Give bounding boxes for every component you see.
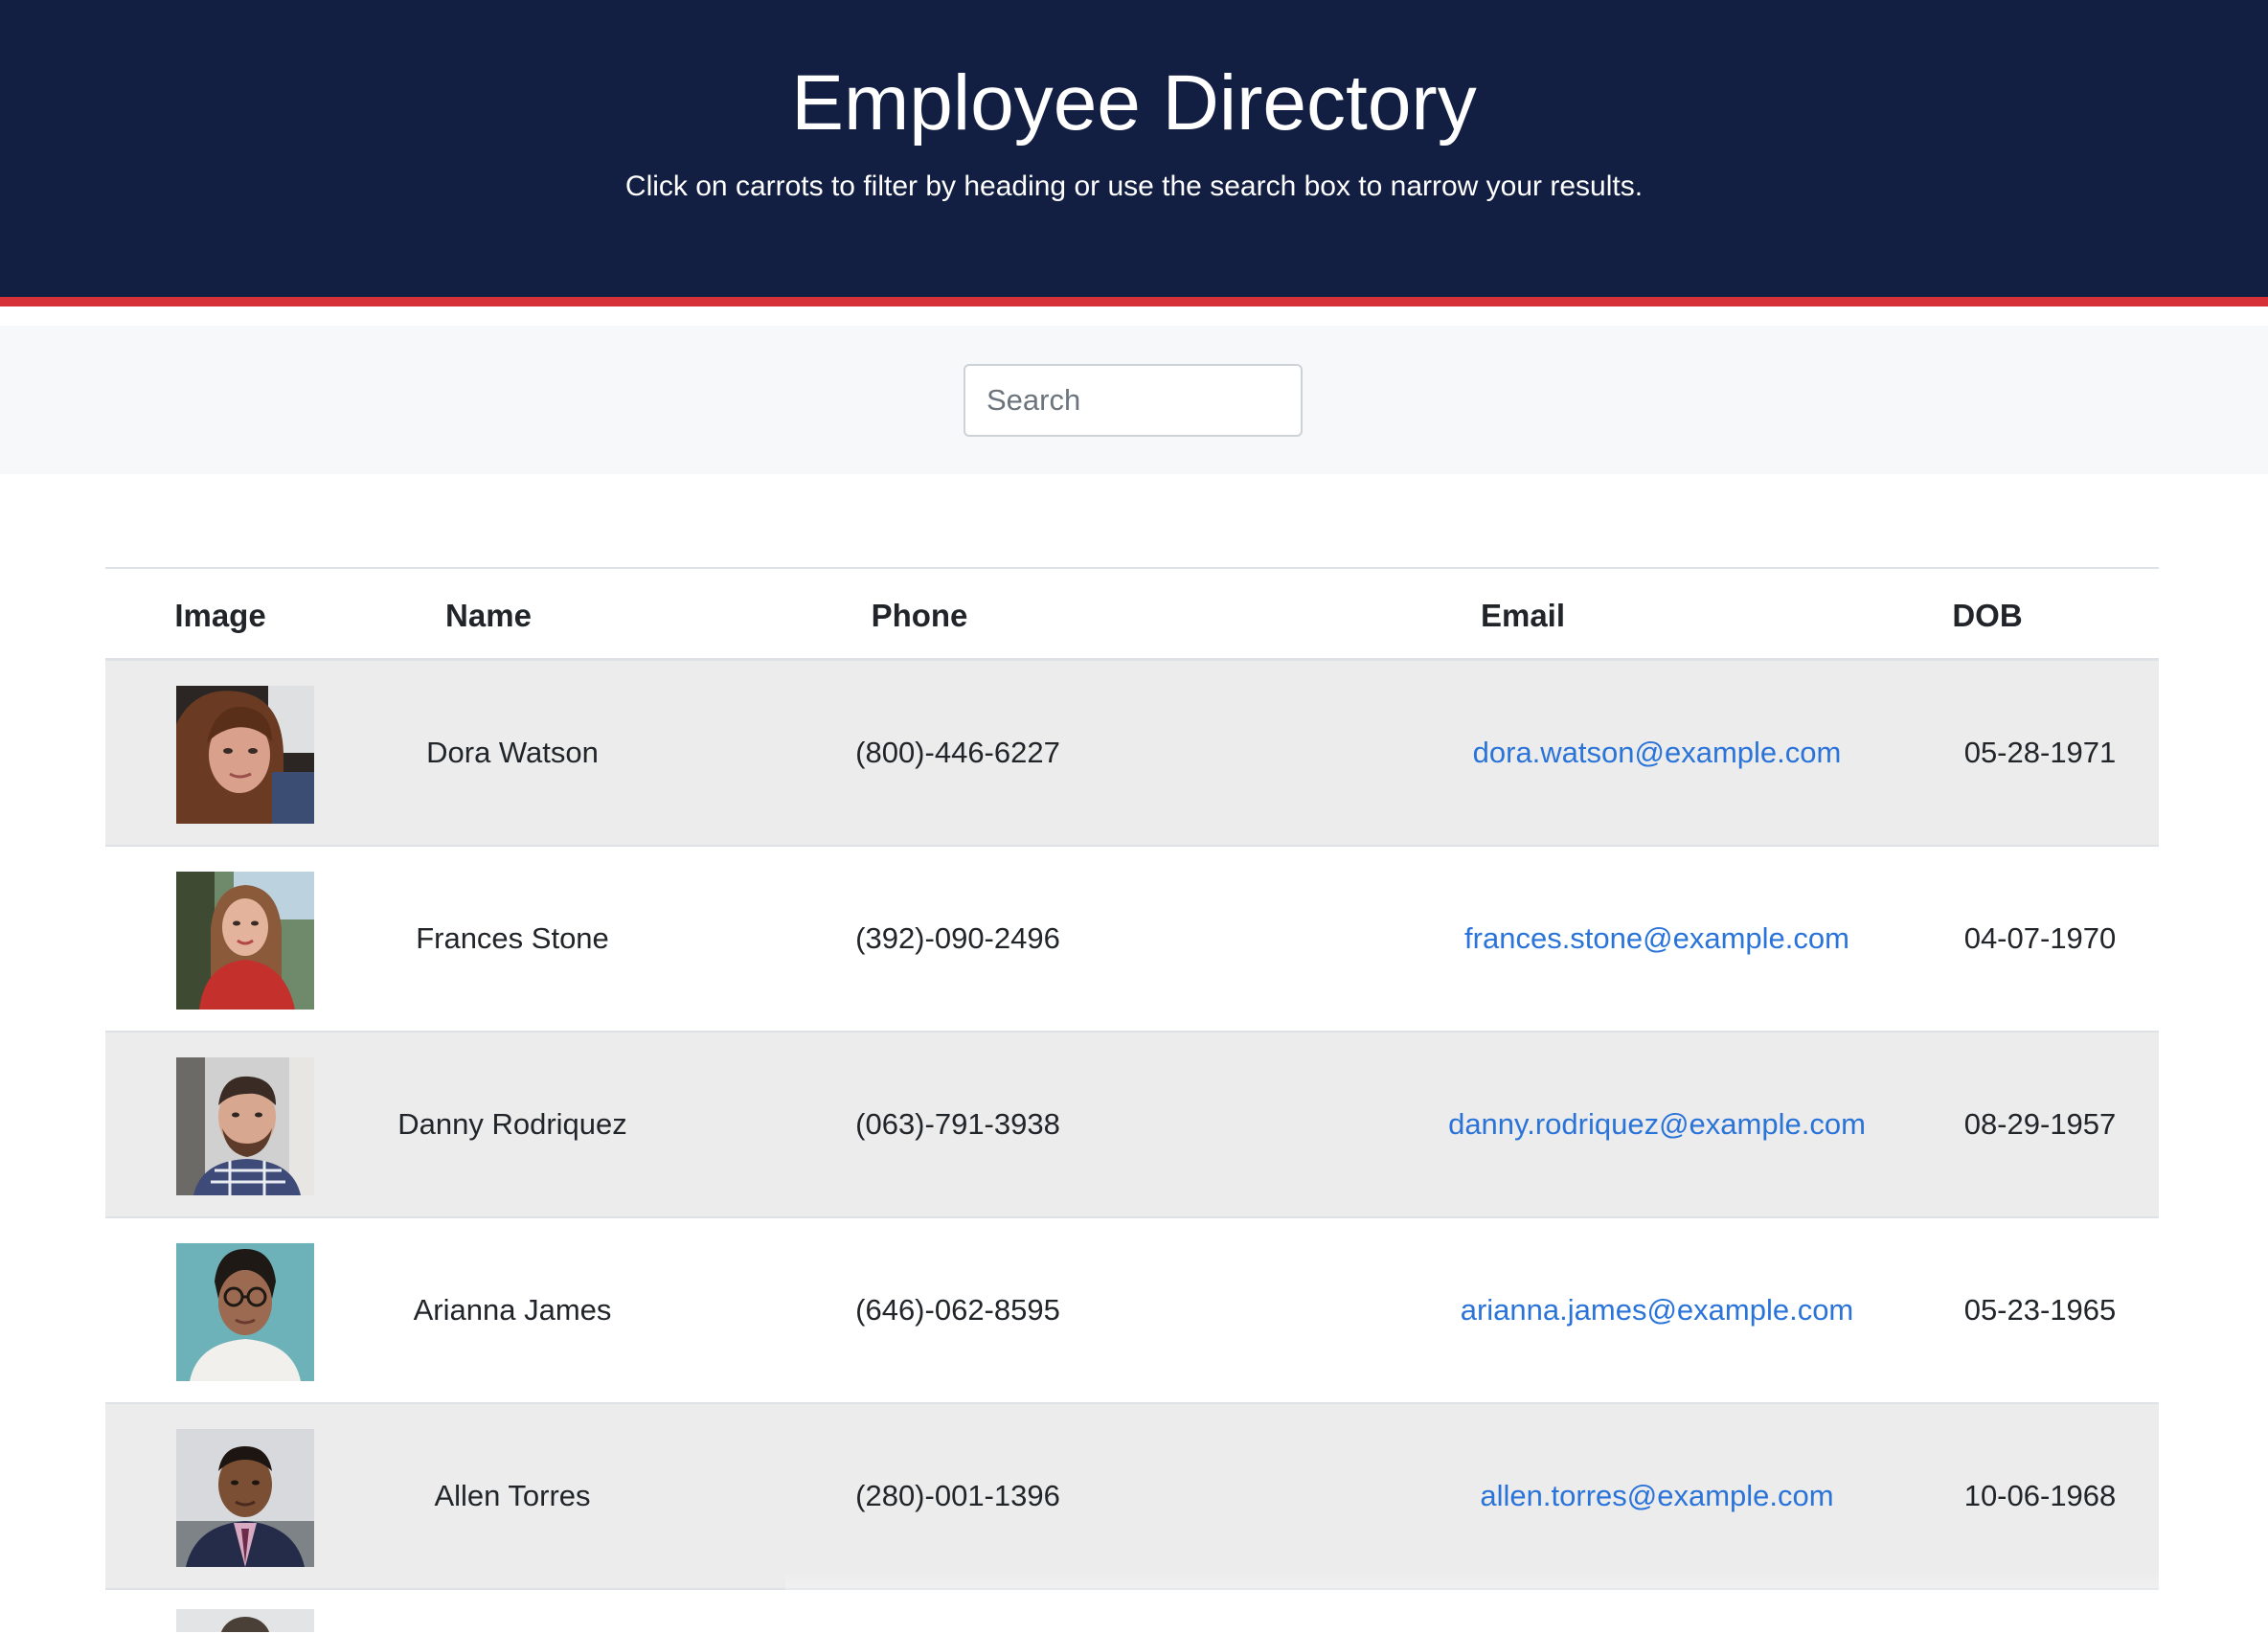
employee-dob: 04-07-1970	[1963, 921, 2117, 955]
column-header-dob[interactable]: DOB	[1901, 569, 2074, 663]
table-row: Dora Watson (800)-446-6227 dora.watson@exa…	[105, 661, 2159, 847]
column-header-email[interactable]: Email	[1437, 569, 1609, 663]
avatar	[176, 1243, 314, 1381]
employee-email-link-cell: frances.stone@example.com	[1341, 847, 1973, 1031]
avatar	[176, 1609, 314, 1632]
employee-name: Arianna James	[413, 1293, 612, 1327]
employee-dob-cell: 10-06-1968	[1935, 1404, 2145, 1588]
employee-email-link-cell: danny.rodriquez@example.com	[1341, 1033, 1973, 1216]
employee-phone: (392)-090-2496	[855, 921, 1060, 955]
employee-dob: 05-23-1965	[1963, 1293, 2117, 1327]
avatar	[176, 1429, 314, 1567]
employee-dob-cell: 08-29-1957	[1935, 1033, 2145, 1216]
employee-dob-cell: 05-23-1965	[1935, 1218, 2145, 1402]
employee-dob: 05-28-1971	[1963, 736, 2117, 769]
table-row: Allen Torres (280)-001-1396 allen.torres@e…	[105, 1404, 2159, 1590]
employee-phone-cell: (280)-001-1396	[814, 1404, 1101, 1588]
employee-email-link[interactable]: dora.watson@example.com	[1473, 736, 1842, 769]
column-header-name[interactable]: Name	[402, 569, 575, 663]
employee-name-cell: Frances Stone	[393, 847, 632, 1031]
page-header: Employee Directory Click on carrots to f…	[0, 0, 2268, 297]
employee-phone: (280)-001-1396	[855, 1479, 1060, 1512]
employee-phone-cell: (800)-446-6227	[814, 661, 1101, 845]
avatar	[176, 1057, 314, 1195]
header-accent-stripe	[0, 297, 2268, 306]
woman-portrait-icon	[176, 872, 314, 1010]
column-header-phone[interactable]: Phone	[833, 569, 1006, 663]
employee-email-link[interactable]: arianna.james@example.com	[1461, 1293, 1854, 1327]
employee-phone: (800)-446-6227	[855, 736, 1060, 769]
man-portrait-icon	[176, 1057, 314, 1195]
table-row: Arianna James (646)-062-8595 arianna.james…	[105, 1218, 2159, 1404]
avatar	[176, 872, 314, 1010]
employee-name: Danny Rodriquez	[397, 1107, 627, 1141]
employee-phone-cell: (063)-791-3938	[814, 1033, 1101, 1216]
employee-email-link[interactable]: frances.stone@example.com	[1464, 921, 1849, 955]
table-row: Frances Stone (392)-090-2496 frances.stone…	[105, 847, 2159, 1033]
employee-phone-cell: (392)-090-2496	[814, 847, 1101, 1031]
employee-phone: (063)-791-3938	[855, 1107, 1060, 1141]
employee-dob: 08-29-1957	[1963, 1107, 2117, 1141]
employee-name-cell: Dora Watson	[393, 661, 632, 845]
page-subtitle: Click on carrots to filter by heading or…	[624, 170, 1644, 202]
employee-name-cell: Arianna James	[393, 1218, 632, 1402]
woman-portrait-icon	[176, 686, 314, 824]
search-input[interactable]	[964, 364, 1303, 437]
employee-email-link-cell: arianna.james@example.com	[1341, 1218, 1973, 1402]
column-header-image[interactable]: Image	[134, 569, 306, 663]
woman-portrait-icon	[176, 1243, 314, 1381]
employee-name-cell: Danny Rodriquez	[393, 1033, 632, 1216]
employee-dob-cell: 05-28-1971	[1935, 661, 2145, 845]
employee-name: Allen Torres	[434, 1479, 591, 1512]
employee-name: Frances Stone	[416, 921, 609, 955]
employee-email-link-cell: dora.watson@example.com	[1341, 661, 1973, 845]
employee-name: Dora Watson	[426, 736, 599, 769]
employee-dob: 10-06-1968	[1963, 1479, 2117, 1512]
employee-email-link[interactable]: allen.torres@example.com	[1480, 1479, 1833, 1512]
employee-phone: (646)-062-8595	[855, 1293, 1060, 1327]
employee-name-cell: Allen Torres	[393, 1404, 632, 1588]
employee-table: Image Name Phone Email DOB Dora Watson (8…	[105, 567, 2159, 1632]
table-header-row: Image Name Phone Email DOB	[105, 567, 2159, 661]
table-row: Danny Rodriquez (063)-791-3938 danny.rodri…	[105, 1033, 2159, 1218]
table-body: Dora Watson (800)-446-6227 dora.watson@exa…	[105, 661, 2159, 1590]
table-row-partial	[105, 1590, 2159, 1632]
employee-dob-cell: 04-07-1970	[1935, 847, 2145, 1031]
employee-phone-cell: (646)-062-8595	[814, 1218, 1101, 1402]
avatar	[176, 686, 314, 824]
employee-email-link-cell: allen.torres@example.com	[1341, 1404, 1973, 1588]
employee-email-link[interactable]: danny.rodriquez@example.com	[1448, 1107, 1866, 1141]
page-title: Employee Directory	[791, 59, 1477, 147]
man-portrait-icon	[176, 1429, 314, 1567]
